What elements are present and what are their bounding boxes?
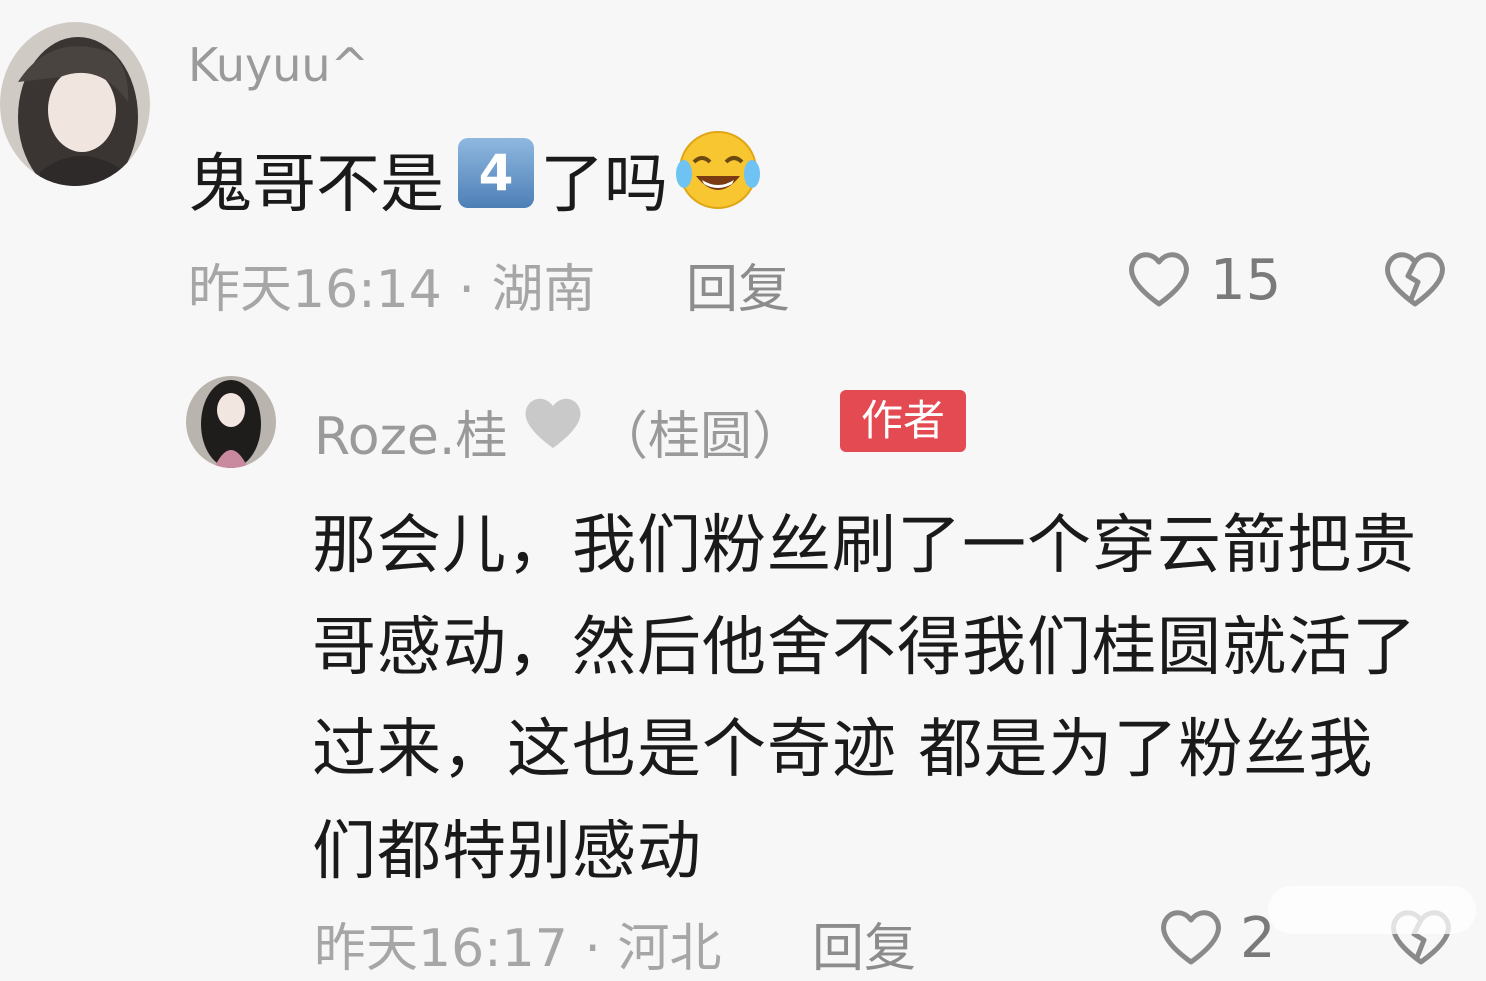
reply-text-line: 哥感动，然后他舍不得我们桂圆就活了 (312, 611, 1417, 685)
heart-like-icon[interactable] (1124, 244, 1194, 314)
user-avatar-roze[interactable] (186, 376, 276, 468)
white-heart-icon (520, 390, 586, 456)
reply-username[interactable]: Roze.桂 (314, 394, 507, 469)
reply-timestamp-location: 昨天16:17 · 河北 (314, 919, 722, 979)
reply-username-nickname[interactable]: （桂圆） (596, 394, 804, 469)
author-badge: 作者 (840, 390, 966, 452)
comment-username[interactable]: Kuyuu^ (188, 38, 369, 92)
like-count: 15 (1210, 248, 1282, 313)
reply-button[interactable]: 回复 (686, 247, 790, 322)
reply-button[interactable]: 回复 (812, 906, 916, 981)
comment-text: 鬼哥不是 (188, 148, 444, 222)
broken-heart-dislike-icon[interactable] (1380, 244, 1450, 314)
reply-text-line: 们都特别感动 (312, 815, 702, 889)
heart-like-icon[interactable] (1156, 902, 1226, 972)
watermark-overlay (1268, 886, 1476, 934)
keycap-number: 4 (458, 138, 534, 208)
comment-timestamp-location: 昨天16:14 · 湖南 (188, 260, 596, 320)
reply-text-line: 过来，这也是个奇迹 都是为了粉丝我 (312, 713, 1374, 787)
comment-text-end: 了吗 (540, 148, 668, 222)
reply-text-line: 那会儿，我们粉丝刷了一个穿云箭把贵 (312, 509, 1417, 583)
laughing-emoji-icon (672, 126, 764, 212)
user-avatar-kuyuu[interactable] (0, 22, 150, 186)
